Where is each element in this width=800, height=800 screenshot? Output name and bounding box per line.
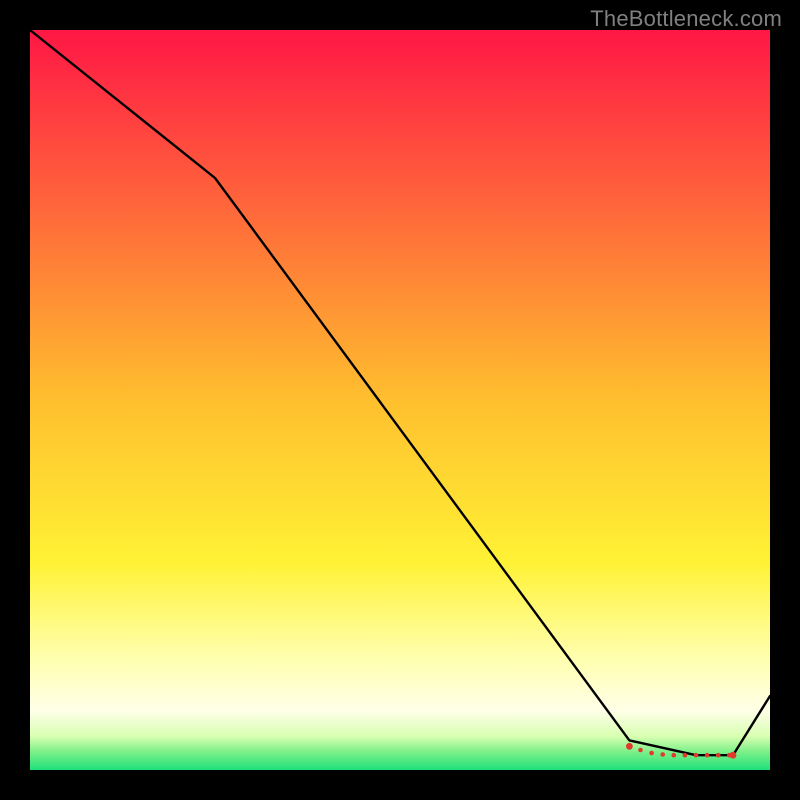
plot-area bbox=[30, 30, 770, 770]
chart-root: TheBottleneck.com bbox=[0, 0, 800, 800]
trough-marker bbox=[672, 753, 677, 758]
trough-marker bbox=[638, 748, 643, 753]
trough-marker bbox=[694, 753, 699, 758]
trough-marker bbox=[649, 751, 654, 756]
trough-marker bbox=[660, 752, 665, 757]
gradient-background bbox=[30, 30, 770, 770]
trough-marker bbox=[705, 753, 710, 758]
trough-marker bbox=[683, 753, 688, 758]
chart-svg bbox=[30, 30, 770, 770]
trough-marker bbox=[716, 753, 721, 758]
trough-marker bbox=[626, 743, 633, 750]
watermark-text: TheBottleneck.com bbox=[590, 6, 782, 32]
trough-marker bbox=[730, 752, 737, 759]
